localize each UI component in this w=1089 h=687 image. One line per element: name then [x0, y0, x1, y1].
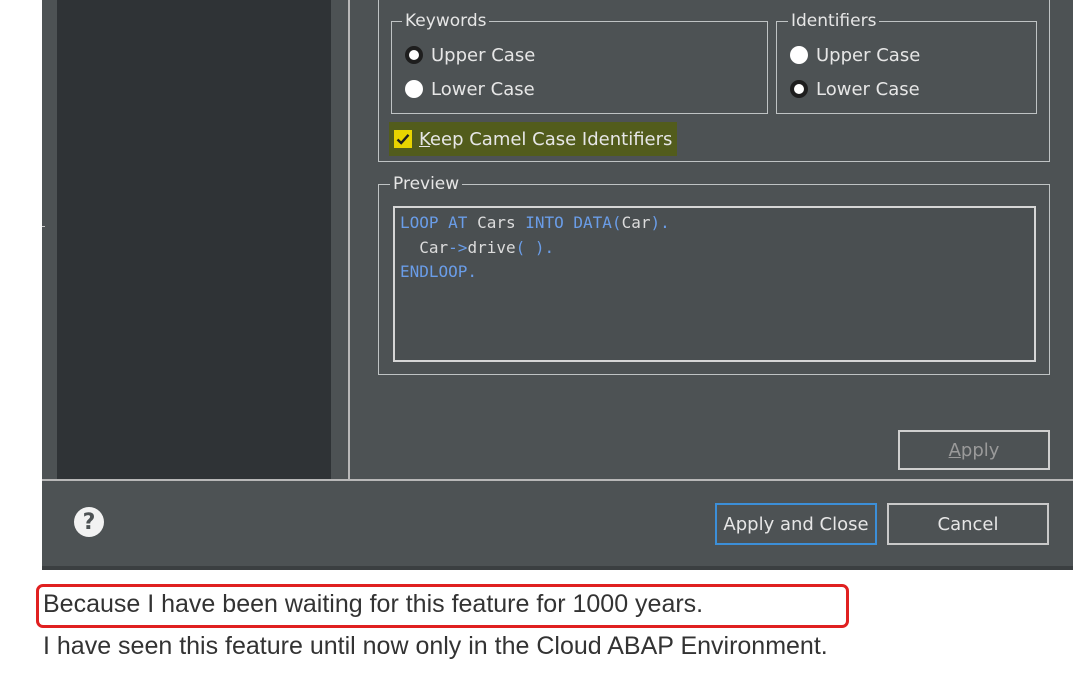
code-keyword: ( ). [515, 237, 555, 257]
sash-marker [42, 226, 45, 227]
code-identifier: drive [467, 237, 516, 257]
code-identifier: Car [400, 237, 449, 257]
radio-unselected-icon [405, 80, 423, 98]
radio-selected-icon [790, 80, 808, 98]
keywords-lower-case-label: Lower Case [431, 78, 535, 100]
code-keyword: ). [650, 213, 670, 232]
apply-and-close-button[interactable]: Apply and Close [715, 503, 877, 545]
code-operator: -> [448, 237, 468, 257]
identifiers-lower-case-radio[interactable]: Lower Case [790, 77, 920, 101]
mnemonic-letter: K [419, 128, 430, 150]
checkmark-icon [396, 134, 410, 145]
preference-tree-pane[interactable] [57, 0, 331, 479]
code-identifier: Cars [477, 213, 526, 232]
keep-camel-case-label-text: eep Camel Case Identifiers [429, 128, 673, 150]
cancel-button[interactable]: Cancel [887, 503, 1049, 545]
checkbox-checked [394, 130, 412, 148]
radio-unselected-icon [790, 46, 808, 64]
code-line: Car->drive( ). [400, 236, 1034, 261]
apply-button-label: pply [960, 439, 1000, 461]
identifiers-lower-case-label: Lower Case [816, 78, 920, 100]
button-bar-divider [42, 479, 1073, 481]
code-keyword: ENDLOOP. [400, 262, 478, 281]
keep-camel-case-label: Keep Camel Case Identifiers [419, 129, 672, 150]
apply-button[interactable]: Apply [898, 430, 1050, 470]
identifiers-upper-case-label: Upper Case [816, 44, 921, 66]
code-keyword: LOOP AT [400, 213, 478, 232]
comment-line-2: I have seen this feature until now only … [43, 632, 828, 660]
preview-legend: Preview [390, 173, 463, 195]
keywords-legend: Keywords [402, 10, 490, 32]
keywords-upper-case-radio[interactable]: Upper Case [405, 43, 535, 67]
identifiers-legend: Identifiers [788, 10, 880, 32]
keep-camel-case-checkbox[interactable]: Keep Camel Case Identifiers [389, 122, 677, 156]
radio-selected-icon [405, 46, 423, 64]
keywords-lower-case-radio[interactable]: Lower Case [405, 77, 535, 101]
identifiers-upper-case-radio[interactable]: Upper Case [790, 43, 920, 67]
pane-divider[interactable] [348, 0, 350, 480]
preview-code-area[interactable]: LOOP AT Cars INTO DATA(Car). Car->drive(… [393, 206, 1036, 362]
help-icon[interactable]: ? [74, 507, 104, 537]
mnemonic-letter: A [948, 439, 961, 461]
dialog-bottom-edge [42, 566, 1073, 570]
comment-line-1: Because I have been waiting for this fea… [43, 590, 704, 618]
keywords-upper-case-label: Upper Case [431, 44, 536, 66]
preferences-dialog: Keywords Upper Case Lower Case Identifie… [42, 0, 1073, 570]
code-keyword: INTO DATA( [525, 213, 622, 232]
code-identifier: Car [621, 213, 651, 232]
code-line: ENDLOOP. [400, 260, 1034, 285]
code-line: LOOP AT Cars INTO DATA(Car). [400, 211, 1034, 236]
